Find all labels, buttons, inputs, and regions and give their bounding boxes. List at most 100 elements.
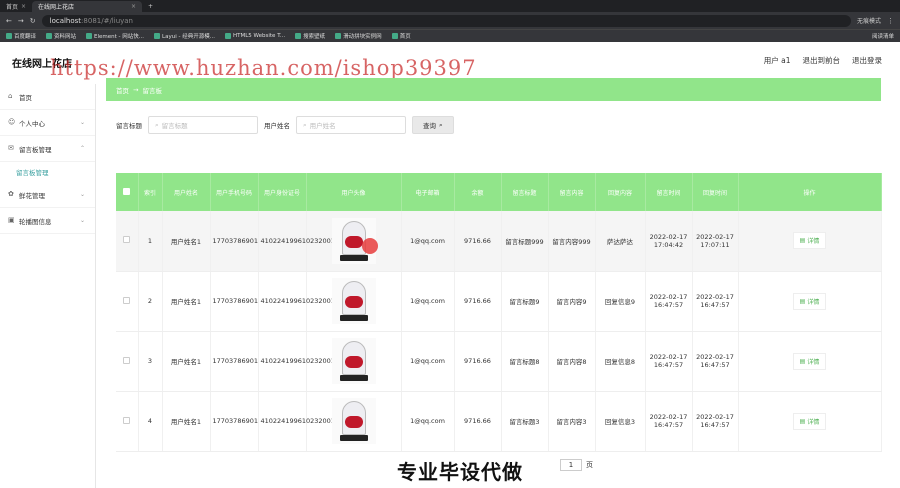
bookmark[interactable]: 滑动拼块实例网 bbox=[335, 32, 382, 40]
user-search-input[interactable]: ⌕ 用户姓名 bbox=[296, 116, 406, 134]
tab-label: 在线网上花店 bbox=[38, 4, 75, 11]
row-checkbox[interactable] bbox=[123, 236, 131, 244]
cursor-highlight bbox=[361, 237, 378, 254]
sidebar-item-profile[interactable]: ☺ 个人中心 ⌄ bbox=[0, 110, 95, 136]
avatar bbox=[331, 338, 376, 384]
col-header: 用户身份证号 bbox=[258, 173, 307, 211]
pagination: 1 页 bbox=[560, 459, 593, 471]
col-header: 留言内容 bbox=[548, 173, 596, 211]
new-tab-icon[interactable]: + bbox=[142, 1, 159, 12]
user-label: 用户姓名 bbox=[264, 122, 290, 130]
message-table: 索引 用户姓名 用户手机号码 用户身份证号 用户头像 电子邮箱 余额 留言标题 … bbox=[116, 173, 882, 452]
table-row[interactable]: 4 用户姓名1 17703786901 410224199610232001 1… bbox=[116, 391, 882, 452]
sidebar-subitem-messages[interactable]: 留言板管理 bbox=[0, 162, 95, 182]
flower-icon: ✿ bbox=[8, 190, 14, 198]
bookmark[interactable]: HTML5 Website T... bbox=[224, 33, 285, 39]
reload-icon[interactable]: ↻ bbox=[30, 17, 36, 25]
search-icon: ⌕ bbox=[439, 120, 443, 129]
search-icon: ⌕ bbox=[155, 120, 159, 129]
detail-button[interactable]: ▤ 详情 bbox=[792, 412, 827, 430]
avatar bbox=[331, 217, 378, 264]
forward-icon[interactable]: → bbox=[18, 17, 24, 25]
close-icon[interactable]: × bbox=[131, 3, 136, 10]
bookmarks-bar: 百度翻译 资料网站 Element - 网站快... Layui - 经典开源模… bbox=[0, 29, 900, 42]
col-header: 用户头像 bbox=[306, 173, 402, 211]
app-header: 在线网上花店 https://www.huzhan.com/ishop39397… bbox=[0, 42, 900, 80]
row-checkbox[interactable] bbox=[123, 356, 131, 364]
menu-icon[interactable]: ⋮ bbox=[887, 17, 894, 25]
col-header: 余额 bbox=[454, 173, 502, 211]
detail-button[interactable]: ▤ 详情 bbox=[792, 352, 827, 370]
sidebar-item-flowers[interactable]: ✿ 鲜花管理 ⌄ bbox=[0, 182, 95, 208]
row-checkbox[interactable] bbox=[123, 296, 131, 304]
col-header: 回复时间 bbox=[692, 173, 739, 211]
search-icon: ⌕ bbox=[303, 120, 307, 129]
select-all-checkbox[interactable] bbox=[123, 187, 131, 195]
back-to-front-link[interactable]: 退出到前台 bbox=[803, 55, 841, 66]
title-search-input[interactable]: ⌕ 留言标题 bbox=[148, 116, 258, 134]
table-row[interactable]: 3 用户姓名1 17703786901 410224199610232001 1… bbox=[116, 331, 882, 392]
bookmark[interactable]: Element - 网站快... bbox=[86, 32, 144, 40]
title-label: 留言标题 bbox=[116, 122, 142, 130]
url-field[interactable]: localhost:8081/#/liuyan bbox=[41, 14, 851, 27]
col-header: 电子邮箱 bbox=[401, 173, 455, 211]
table-row[interactable]: 1 用户姓名1 17703786901 410224199610232001 1… bbox=[116, 211, 882, 272]
search-button[interactable]: 查询 ⌕ bbox=[412, 116, 454, 134]
sidebar-item-messages[interactable]: ✉ 留言板管理 ⌃ bbox=[0, 136, 95, 162]
breadcrumb-home[interactable]: 首页 bbox=[116, 85, 129, 95]
table-header-row: 索引 用户姓名 用户手机号码 用户身份证号 用户头像 电子邮箱 余额 留言标题 … bbox=[116, 173, 882, 211]
col-header: 留言时间 bbox=[645, 173, 693, 211]
browser-tab-strip: 首页 × 在线网上花店 × + bbox=[0, 0, 900, 12]
sidebar-item-carousel[interactable]: ▣ 轮播图信息 ⌄ bbox=[0, 208, 95, 234]
logout-link[interactable]: 退出登录 bbox=[852, 55, 882, 66]
user-icon: ☺ bbox=[8, 118, 16, 126]
sidebar-item-home[interactable]: ⌂ 首页 bbox=[0, 84, 95, 110]
back-icon[interactable]: ← bbox=[6, 17, 12, 25]
page-suffix: 页 bbox=[586, 461, 593, 469]
close-icon[interactable]: × bbox=[21, 3, 26, 10]
breadcrumb-sep: → bbox=[133, 85, 139, 94]
doc-icon: ▤ bbox=[799, 417, 806, 425]
bookmark[interactable]: 搜索壁纸 bbox=[295, 32, 325, 40]
bookmark[interactable]: 百度翻译 bbox=[6, 32, 36, 40]
browser-tab-home[interactable]: 首页 × bbox=[0, 1, 32, 12]
search-form: 留言标题 ⌕ 留言标题 用户姓名 ⌕ 用户姓名 查询 ⌕ bbox=[116, 116, 454, 134]
overlay-caption: 专业毕设代做 bbox=[397, 460, 523, 484]
address-bar-row: ← → ↻ localhost:8081/#/liuyan 无痕模式 ⋮ bbox=[0, 12, 900, 29]
home-icon: ⌂ bbox=[8, 92, 13, 100]
doc-icon: ▤ bbox=[799, 297, 806, 305]
tab-label: 首页 bbox=[6, 4, 19, 11]
doc-icon: ▤ bbox=[799, 357, 806, 365]
col-header: 用户姓名 bbox=[162, 173, 211, 211]
row-checkbox[interactable] bbox=[123, 416, 131, 424]
col-header: 索引 bbox=[138, 173, 163, 211]
url-host: localhost bbox=[49, 16, 82, 25]
chevron-up-icon: ⌃ bbox=[79, 145, 85, 152]
app-page: 在线网上花店 https://www.huzhan.com/ishop39397… bbox=[0, 42, 900, 488]
col-header: 操作 bbox=[738, 173, 882, 211]
user-name: 用户 a1 bbox=[763, 56, 791, 65]
page-input[interactable]: 1 bbox=[560, 459, 582, 471]
watermark-text: https://www.huzhan.com/ishop39397 bbox=[50, 56, 477, 80]
url-path: :8081/#/liuyan bbox=[81, 16, 133, 25]
sidebar: ⌂ 首页 ☺ 个人中心 ⌄ ✉ 留言板管理 ⌃ 留言板管理 ✿ 鲜花管理 ⌄ ▣ 轮播图信息 ⌄ bbox=[0, 84, 96, 488]
reading-list[interactable]: 阅读清单 bbox=[872, 32, 894, 40]
profile-badge[interactable]: 无痕模式 bbox=[857, 16, 881, 25]
message-icon: ✉ bbox=[8, 144, 14, 152]
bookmark[interactable]: Layui - 经典开源模... bbox=[154, 32, 215, 40]
detail-button[interactable]: ▤ 详情 bbox=[792, 292, 827, 310]
chevron-down-icon: ⌄ bbox=[79, 119, 85, 126]
bookmark[interactable]: 首页 bbox=[391, 32, 411, 40]
col-header: 回复内容 bbox=[595, 173, 646, 211]
avatar bbox=[331, 278, 376, 324]
doc-icon: ▤ bbox=[799, 237, 806, 245]
image-icon: ▣ bbox=[8, 216, 15, 224]
avatar bbox=[331, 398, 376, 444]
detail-button[interactable]: ▤ 详情 bbox=[792, 232, 827, 250]
bookmark[interactable]: 资料网站 bbox=[46, 32, 76, 40]
chevron-down-icon: ⌄ bbox=[79, 191, 85, 198]
browser-tab-active[interactable]: 在线网上花店 × bbox=[32, 1, 143, 12]
col-header: 用户手机号码 bbox=[210, 173, 259, 211]
breadcrumb-current: 留言板 bbox=[142, 86, 162, 95]
table-row[interactable]: 2 用户姓名1 17703786901 410224199610232001 1… bbox=[116, 271, 882, 332]
